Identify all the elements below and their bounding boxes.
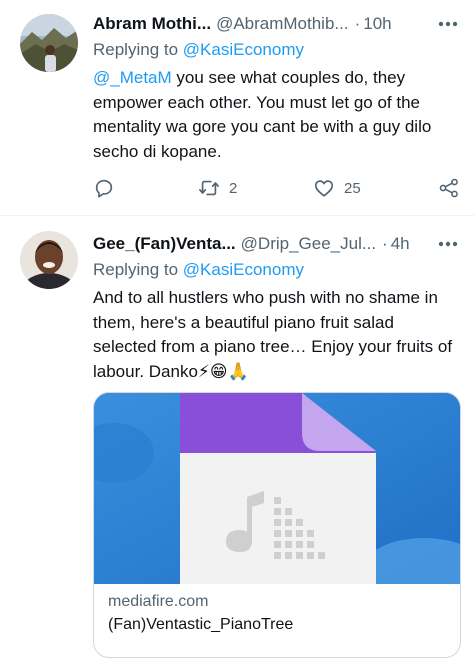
separator: · [382, 234, 388, 253]
card-title: (Fan)Ventastic_PianoTree [108, 616, 294, 633]
card-image [94, 393, 460, 584]
replying-to-link[interactable]: @KasiEconomy [183, 260, 304, 279]
retweet-count: 2 [229, 179, 238, 197]
retweet-button[interactable]: 2 [198, 177, 237, 199]
replying-to-link[interactable]: @KasiEconomy [183, 40, 304, 59]
reply-icon [95, 179, 113, 198]
timestamp[interactable]: 10h [363, 14, 391, 34]
mention-link[interactable]: @_MetaM [93, 68, 172, 87]
card-domain: mediafire.com [108, 593, 209, 610]
link-card[interactable]: mediafire.com (Fan)Ventastic_PianoTree [93, 392, 461, 658]
share-button[interactable] [438, 177, 460, 199]
replying-to: Replying to @KasiEconomy [93, 40, 460, 64]
replying-label: Replying to [93, 40, 179, 59]
display-name[interactable]: Abram Mothi... [93, 14, 211, 34]
more-icon[interactable] [438, 20, 458, 28]
avatar[interactable] [20, 231, 78, 289]
replying-to: Replying to @KasiEconomy [93, 260, 460, 284]
avatar-image [20, 14, 78, 72]
handle[interactable]: @Drip_Gee_Jul... [241, 234, 376, 254]
tweet-text: And to all hustlers who push with no sha… [93, 288, 453, 381]
share-icon [439, 178, 458, 198]
timestamp[interactable]: 4h [391, 234, 410, 254]
tweet-header: Gee_(Fan)Venta... @Drip_Gee_Jul... · 4h [93, 232, 460, 256]
audio-file-icon [94, 393, 460, 584]
retweet-icon [199, 180, 219, 196]
avatar[interactable] [20, 14, 78, 72]
separator: · [354, 14, 361, 33]
avatar-image [20, 231, 78, 289]
replying-label: Replying to [93, 260, 179, 279]
reply-button[interactable] [93, 177, 115, 199]
tweet-actions: 2 25 [93, 177, 460, 201]
display-name[interactable]: Gee_(Fan)Venta... [93, 234, 236, 254]
tweet-text: @_MetaM you see what couples do, they em… [93, 66, 460, 164]
like-count: 25 [344, 179, 361, 197]
tweet[interactable]: Abram Mothi... @AbramMothib... · 10h Rep… [0, 0, 474, 216]
handle[interactable]: @AbramMothib... [216, 14, 349, 34]
more-icon[interactable] [438, 240, 458, 248]
tweet-header: Abram Mothi... @AbramMothib... · 10h [93, 12, 460, 36]
heart-icon [314, 180, 334, 197]
like-button[interactable]: 25 [313, 177, 361, 199]
card-meta: mediafire.com (Fan)Ventastic_PianoTree [108, 593, 446, 634]
